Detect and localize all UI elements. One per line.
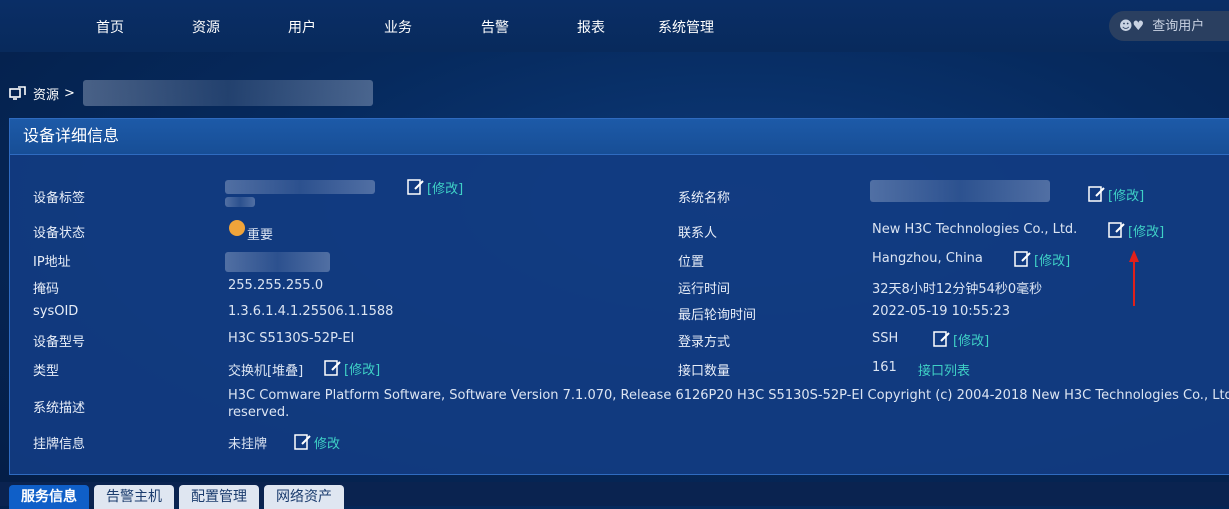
interface-list-link[interactable]: 接口列表 xyxy=(918,360,970,379)
last-poll-value: 2022-05-19 10:55:23 xyxy=(872,304,1011,319)
mask-value: 255.255.255.0 xyxy=(228,278,324,293)
edit-label: [修改] xyxy=(1128,224,1165,240)
nav-business[interactable]: 业务 xyxy=(384,17,412,37)
status-dot-icon xyxy=(229,220,245,236)
edit-label: [修改] xyxy=(953,333,990,349)
resource-icon xyxy=(9,86,26,100)
edit-icon xyxy=(1088,186,1105,202)
edit-label: 修改 xyxy=(314,436,341,452)
label-last-poll: 最后轮询时间 xyxy=(678,308,757,323)
sysoid-value: 1.3.6.1.4.1.25506.1.1588 xyxy=(228,304,394,319)
edit-type-button[interactable]: [修改] xyxy=(323,358,380,378)
system-description-line1: H3C Comware Platform Software, Software … xyxy=(228,388,1229,403)
tab-config-management[interactable]: 配置管理 xyxy=(179,485,259,509)
panel-title: 设备详细信息 xyxy=(10,119,1229,155)
label-model: 设备型号 xyxy=(33,335,86,350)
breadcrumb: 资源 > xyxy=(8,80,373,106)
device-status-value: 重要 xyxy=(247,228,274,243)
label-tag-info: 挂牌信息 xyxy=(33,437,86,452)
nav-home[interactable]: 首页 xyxy=(96,17,124,37)
edit-contact-button[interactable]: [修改] xyxy=(1107,220,1164,240)
edit-label: [修改] xyxy=(427,181,464,197)
nav-system-admin[interactable]: 系统管理 xyxy=(658,17,714,37)
label-ip-address: IP地址 xyxy=(33,255,71,270)
redacted-system-name xyxy=(870,180,1050,202)
nav-reports[interactable]: 报表 xyxy=(577,17,605,37)
edit-label: [修改] xyxy=(1108,188,1145,204)
breadcrumb-root[interactable]: 资源 xyxy=(33,84,59,103)
edit-icon xyxy=(324,360,341,376)
device-detail-panel: 设备详细信息 设备标签 [修改] 设备状态 重要 IP地址 掩码 255.255… xyxy=(9,118,1229,475)
system-description-line2: reserved. xyxy=(228,405,290,420)
tag-info-value: 未挂牌 xyxy=(228,437,268,452)
edit-device-label-button[interactable]: [修改] xyxy=(406,177,463,197)
user-search-input[interactable] xyxy=(1150,17,1229,35)
label-mask: 掩码 xyxy=(33,282,60,297)
label-contact: 联系人 xyxy=(678,226,718,241)
red-arrow-annotation xyxy=(1129,250,1139,306)
tab-network-assets[interactable]: 网络资产 xyxy=(264,485,344,509)
nav-users[interactable]: 用户 xyxy=(288,17,316,37)
redacted-ip-address xyxy=(225,252,330,272)
edit-icon xyxy=(933,331,950,347)
edit-label: [修改] xyxy=(344,362,381,378)
nav-resources[interactable]: 资源 xyxy=(192,17,220,37)
edit-icon xyxy=(407,179,424,195)
breadcrumb-separator: > xyxy=(64,85,75,101)
user-search-icon: ☻♥ xyxy=(1119,18,1145,34)
model-value: H3C S5130S-52P-EI xyxy=(228,331,355,346)
redacted-device-label-2 xyxy=(225,197,255,207)
label-system-description: 系统描述 xyxy=(33,401,86,416)
edit-location-button[interactable]: [修改] xyxy=(1013,249,1070,269)
edit-system-name-button[interactable]: [修改] xyxy=(1087,184,1144,204)
label-system-name: 系统名称 xyxy=(678,191,731,206)
contact-value: New H3C Technologies Co., Ltd. xyxy=(872,222,1078,237)
location-value: Hangzhou, China xyxy=(872,251,983,266)
edit-tag-button[interactable]: 修改 xyxy=(293,432,340,452)
uptime-value: 32天8小时12分钟54秒0毫秒 xyxy=(872,282,1043,297)
label-type: 类型 xyxy=(33,364,60,379)
tab-alarm-host[interactable]: 告警主机 xyxy=(94,485,174,509)
label-device-status: 设备状态 xyxy=(33,226,86,241)
label-login-method: 登录方式 xyxy=(678,335,731,350)
edit-label: [修改] xyxy=(1034,253,1071,269)
edit-icon xyxy=(294,434,311,450)
edit-icon xyxy=(1108,222,1125,238)
label-location: 位置 xyxy=(678,255,705,270)
redacted-device-name xyxy=(82,80,373,106)
edit-icon xyxy=(1014,251,1031,267)
type-value: 交换机[堆叠] xyxy=(228,364,304,379)
user-search-box[interactable]: ☻♥ xyxy=(1109,11,1229,41)
nav-alarms[interactable]: 告警 xyxy=(481,17,509,37)
tab-service-info[interactable]: 服务信息 xyxy=(9,485,89,509)
tab-bar: 服务信息 告警主机 配置管理 网络资产 xyxy=(9,485,349,509)
login-method-value: SSH xyxy=(872,331,899,346)
redacted-device-label xyxy=(225,180,375,194)
top-navigation: 首页 资源 用户 业务 告警 报表 系统管理 ☻♥ xyxy=(0,0,1229,52)
label-interface-count: 接口数量 xyxy=(678,364,731,379)
interface-count-value: 161 xyxy=(872,360,897,375)
label-device-label: 设备标签 xyxy=(33,191,86,206)
edit-login-method-button[interactable]: [修改] xyxy=(932,329,989,349)
label-uptime: 运行时间 xyxy=(678,282,731,297)
label-sysoid: sysOID xyxy=(33,304,79,319)
